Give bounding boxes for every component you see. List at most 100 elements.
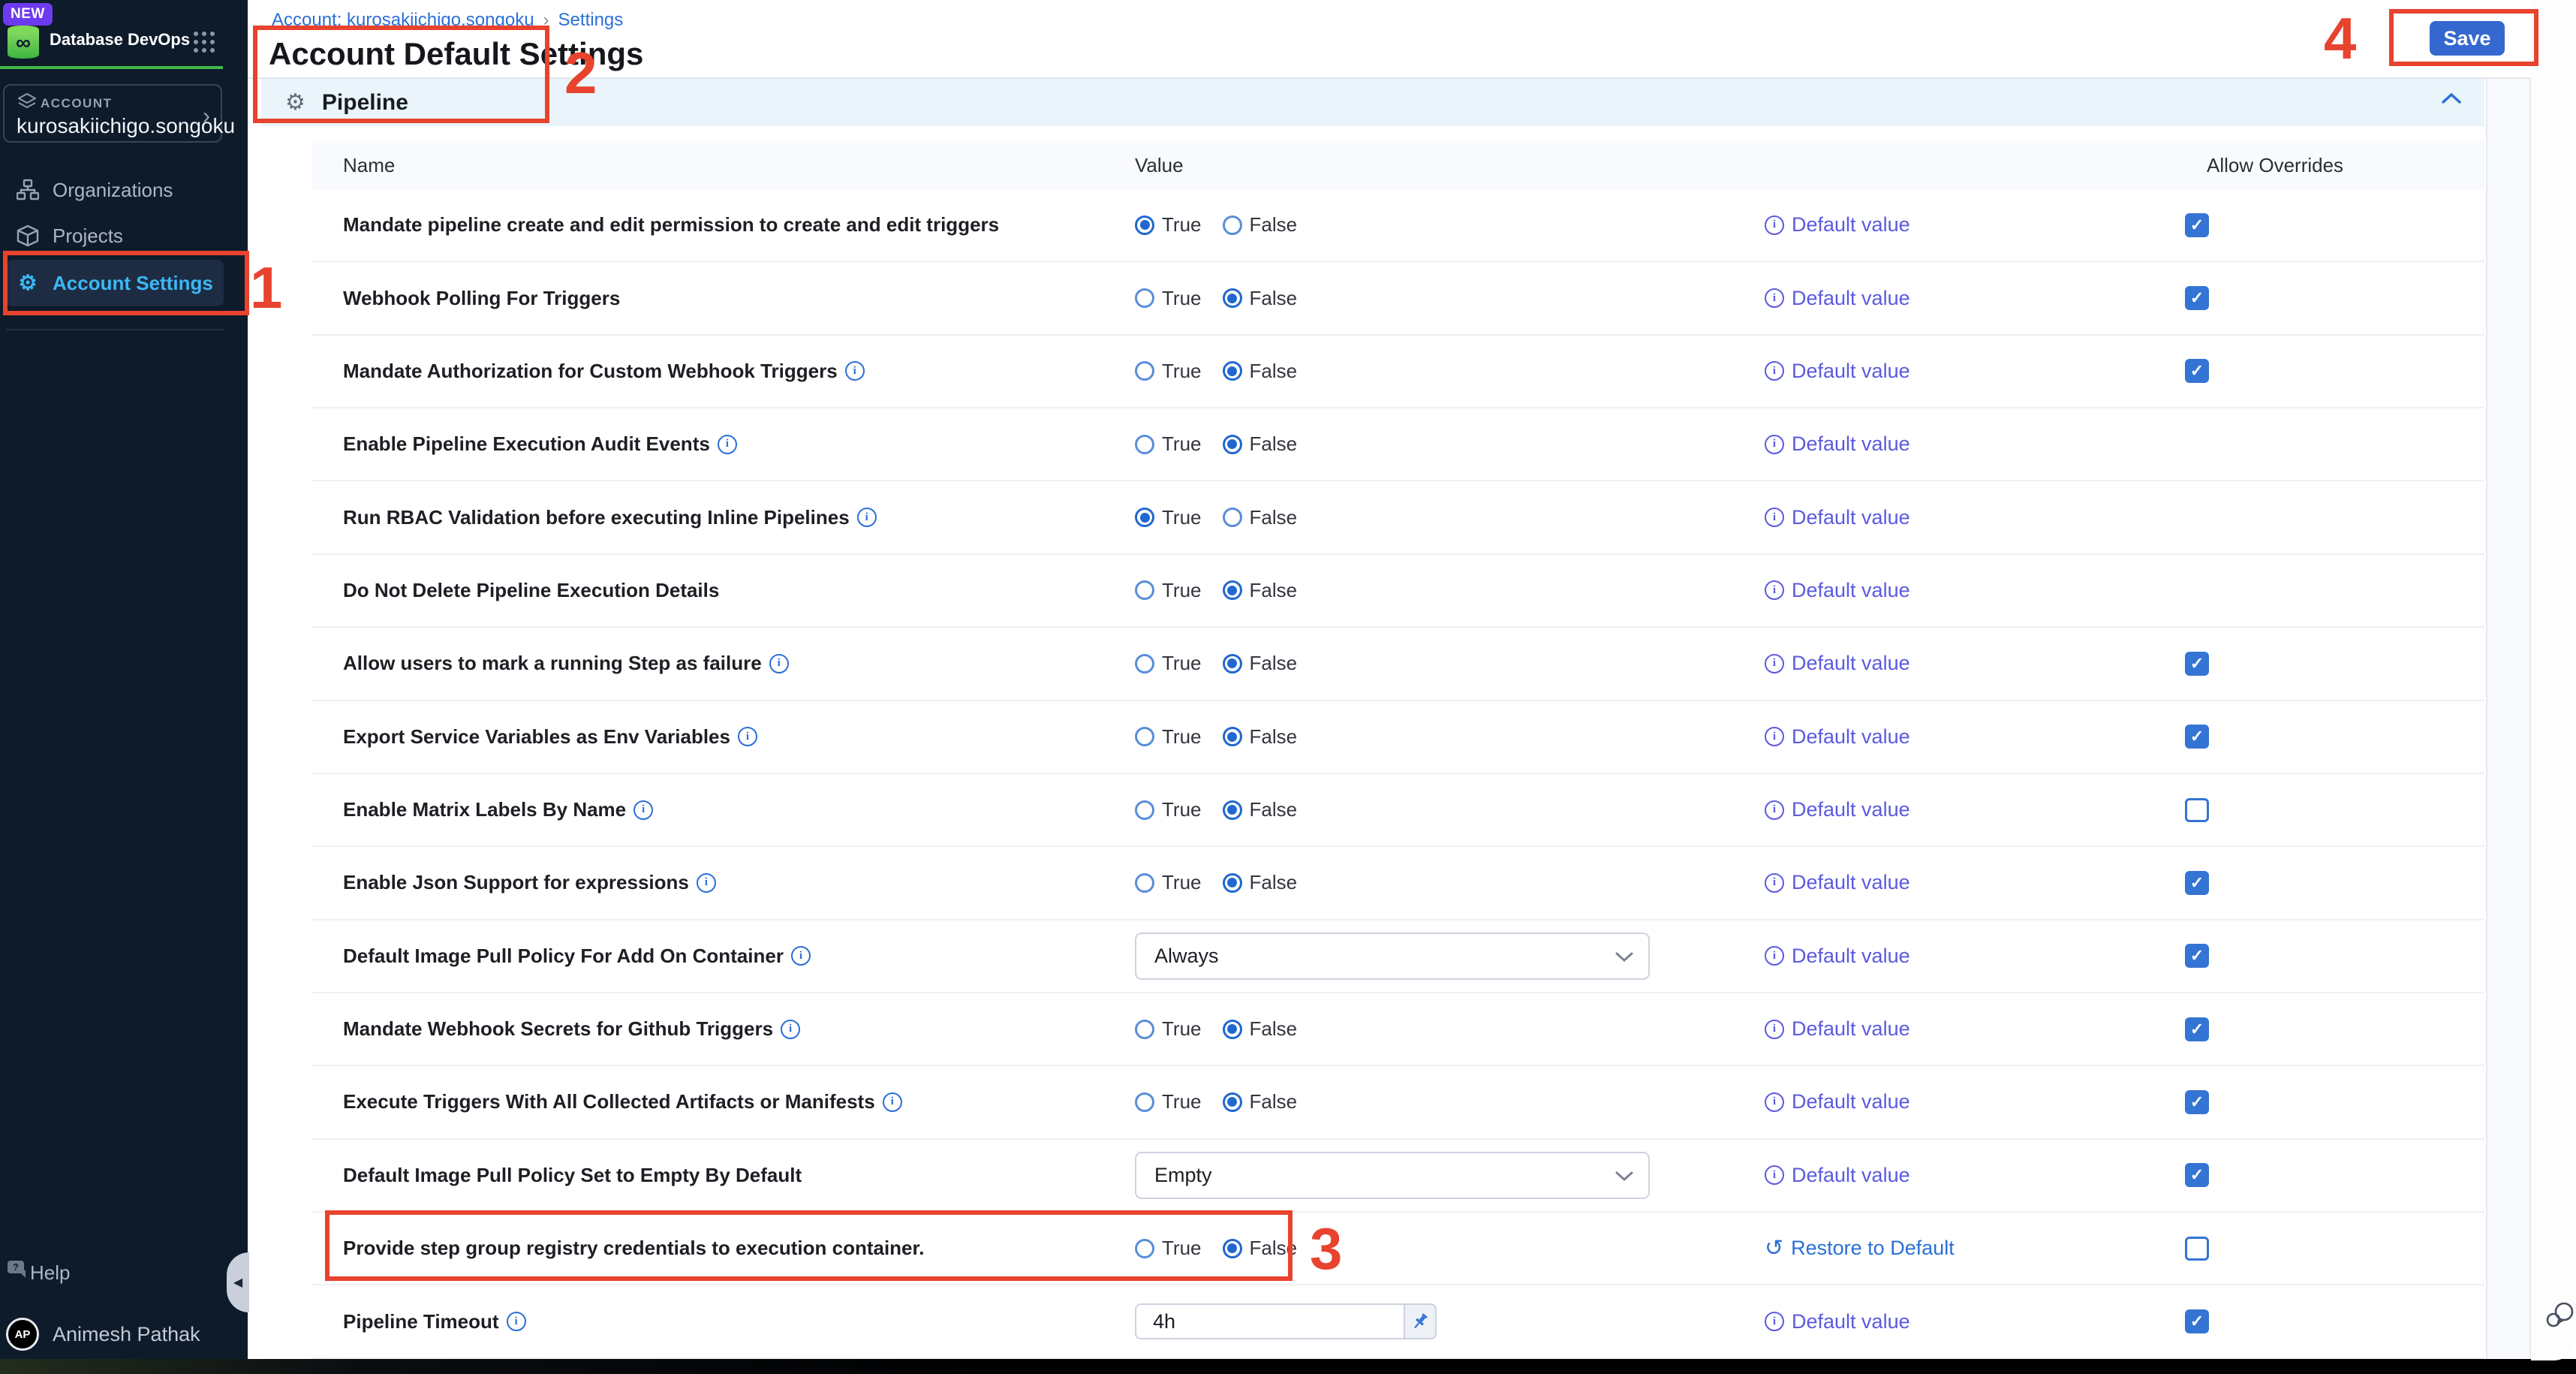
info-icon[interactable]: i [507,1312,526,1331]
sidebar-item-organizations[interactable]: Organizations [6,167,224,213]
radio-true[interactable] [1135,654,1154,673]
radio-true-label: True [1162,506,1202,529]
user-menu[interactable]: AP Animesh Pathak [6,1315,231,1353]
allow-overrides-checkbox[interactable]: ✓ [2185,725,2209,749]
radio-false[interactable] [1223,873,1242,893]
default-value-link[interactable]: iDefault value [1765,1310,1910,1333]
default-value-link[interactable]: iDefault value [1765,652,1910,675]
radio-true[interactable] [1135,873,1154,893]
radio-true[interactable] [1135,508,1154,527]
info-icon[interactable]: i [857,508,877,527]
default-value-link[interactable]: iDefault value [1765,945,1910,968]
chevron-down-icon [1615,1171,1633,1182]
radio-true[interactable] [1135,361,1154,381]
radio-true[interactable] [1135,435,1154,454]
allow-overrides-checkbox[interactable]: ✓ [2185,1163,2209,1187]
scrollbar-gutter[interactable] [2486,79,2531,1359]
allow-overrides-checkbox[interactable] [2185,798,2209,822]
info-icon: i [1765,800,1784,820]
radio-false[interactable] [1223,654,1242,673]
restore-to-default-link[interactable]: ↺Restore to Default [1765,1237,1955,1260]
info-icon[interactable]: i [781,1020,800,1039]
radio-true[interactable] [1135,800,1154,820]
radio-false[interactable] [1223,215,1242,235]
info-icon[interactable]: i [738,727,757,746]
default-value-link[interactable]: iDefault value [1765,287,1910,310]
info-icon[interactable]: i [633,800,653,820]
allow-overrides-checkbox[interactable] [2185,1237,2209,1261]
info-icon: i [1765,215,1784,235]
settings-table: Mandate pipeline create and edit permiss… [311,189,2484,1359]
value-dropdown[interactable]: Empty [1135,1152,1650,1199]
allow-overrides-checkbox[interactable]: ✓ [2185,286,2209,310]
setting-label: Webhook Polling For Triggers [343,287,620,310]
setting-link-cell: iDefault value [1765,408,1910,480]
radio-true[interactable] [1135,727,1154,746]
info-icon[interactable]: i [791,946,811,966]
radio-true[interactable] [1135,288,1154,308]
setting-value-cell: TrueFalse [1135,628,1318,699]
allow-overrides-checkbox[interactable]: ✓ [2185,652,2209,676]
radio-false[interactable] [1223,435,1242,454]
module-grid-icon[interactable] [194,32,216,54]
default-value-link[interactable]: iDefault value [1765,579,1910,602]
radio-false[interactable] [1223,288,1242,308]
default-value-link[interactable]: iDefault value [1765,725,1910,749]
table-row: Default Image Pull Policy Set to Empty B… [311,1140,2484,1213]
default-value-link[interactable]: iDefault value [1765,506,1910,529]
allow-overrides-checkbox[interactable]: ✓ [2185,871,2209,895]
info-icon[interactable]: i [845,361,865,381]
info-icon[interactable]: i [718,435,737,454]
pin-button[interactable] [1405,1303,1437,1339]
help-button[interactable]: ? Help [6,1254,231,1291]
default-value-link[interactable]: iDefault value [1765,1090,1910,1113]
radio-false[interactable] [1223,1092,1242,1112]
info-icon: i [1765,508,1784,527]
annotation-box-3 [325,1210,1293,1281]
allow-overrides-cell: ✓ [2185,1285,2209,1357]
allow-overrides-checkbox[interactable]: ✓ [2185,359,2209,383]
help-chat-icon: ? [6,1259,30,1287]
cube-icon [15,224,41,247]
default-value-link[interactable]: iDefault value [1765,798,1910,821]
info-icon[interactable]: i [883,1092,902,1112]
default-value-link[interactable]: iDefault value [1765,213,1910,237]
default-value-link[interactable]: iDefault value [1765,360,1910,383]
allow-overrides-cell [2185,774,2209,845]
info-icon[interactable]: i [769,654,789,673]
support-chat-icon[interactable] [2544,1300,2576,1332]
default-value-link[interactable]: iDefault value [1765,1164,1910,1187]
radio-false[interactable] [1223,727,1242,746]
radio-false[interactable] [1223,361,1242,381]
radio-false[interactable] [1223,800,1242,820]
breadcrumb-settings-link[interactable]: Settings [558,10,624,30]
allow-overrides-checkbox[interactable]: ✓ [2185,1309,2209,1333]
radio-true[interactable] [1135,580,1154,600]
setting-link-cell: iDefault value [1765,847,1910,918]
radio-true[interactable] [1135,1092,1154,1112]
value-dropdown[interactable]: Always [1135,933,1650,980]
radio-false-label: False [1250,652,1298,675]
info-icon[interactable]: i [697,873,716,893]
setting-link-cell: iDefault value [1765,262,1910,333]
radio-false[interactable] [1223,508,1242,527]
radio-true[interactable] [1135,1020,1154,1039]
allow-overrides-checkbox[interactable]: ✓ [2185,944,2209,968]
default-value-link[interactable]: iDefault value [1765,1017,1910,1041]
default-value-link[interactable]: iDefault value [1765,432,1910,456]
chevron-up-icon[interactable] [2441,92,2462,108]
account-selector[interactable]: ACCOUNT kurosakiichigo.songoku › [3,84,222,143]
radio-true[interactable] [1135,215,1154,235]
allow-overrides-checkbox[interactable]: ✓ [2185,1090,2209,1114]
radio-false[interactable] [1223,1020,1242,1039]
allow-overrides-checkbox[interactable]: ✓ [2185,213,2209,237]
info-icon: i [1765,1092,1784,1112]
layers-icon [18,93,36,110]
setting-label: Export Service Variables as Env Variable… [343,725,730,749]
default-value-link[interactable]: iDefault value [1765,871,1910,894]
allow-overrides-checkbox[interactable]: ✓ [2185,1017,2209,1041]
default-value-label: Default value [1792,432,1910,456]
annotation-box-2 [253,26,549,123]
radio-false[interactable] [1223,580,1242,600]
timeout-input[interactable]: 4h [1135,1303,1405,1339]
